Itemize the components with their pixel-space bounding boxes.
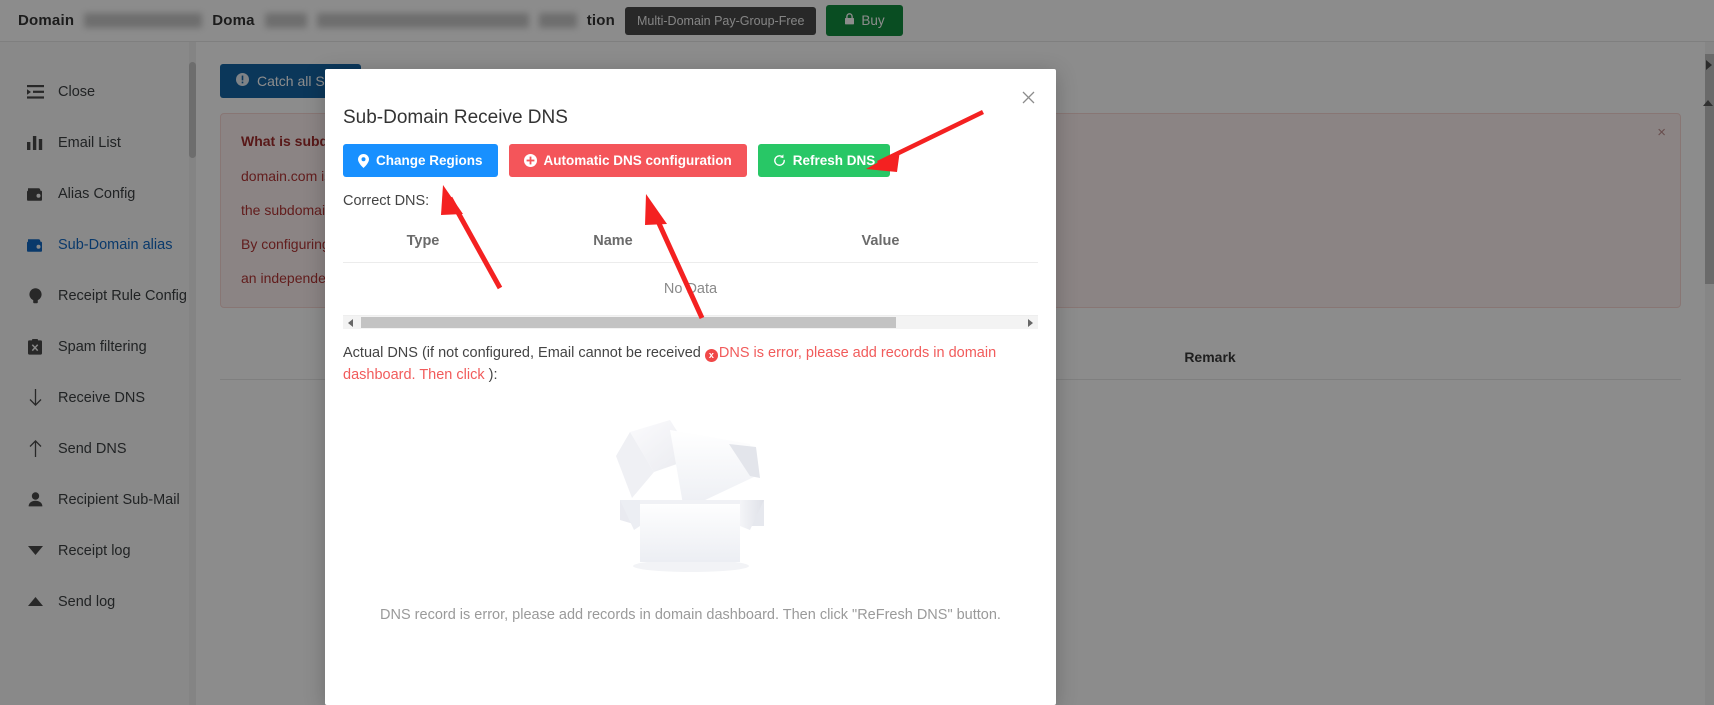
scroll-left-arrow[interactable] — [348, 318, 353, 327]
dialog-title: Sub-Domain Receive DNS — [343, 107, 568, 128]
error-badge-icon: x — [704, 348, 718, 362]
dialog-body: Change Regions Automatic DNS configurati… — [343, 144, 1038, 705]
table-horizontal-scrollbar[interactable] — [343, 315, 1038, 329]
empty-box-icon — [598, 414, 784, 577]
button-label: Change Regions — [376, 153, 483, 168]
actual-dns-prefix: Actual DNS (if not configured, Email can… — [343, 345, 705, 361]
table-empty-text: No Data — [663, 281, 718, 297]
horizontal-scrollbar-thumb[interactable] — [361, 317, 896, 328]
location-pin-icon — [358, 153, 369, 168]
scroll-right-arrow[interactable] — [1028, 318, 1033, 327]
column-header-name: Name — [593, 232, 633, 249]
empty-state: DNS record is error, please add records … — [343, 414, 1038, 623]
change-regions-button[interactable]: Change Regions — [343, 144, 498, 177]
automatic-dns-configuration-button[interactable]: Automatic DNS configuration — [508, 144, 747, 177]
column-header-value: Value — [861, 232, 900, 249]
actual-dns-description: Actual DNS (if not configured, Email can… — [343, 342, 1038, 386]
sub-domain-receive-dns-dialog: Sub-Domain Receive DNS Change Regions Au… — [325, 69, 1056, 705]
table-header-row: Type Name Value — [343, 219, 1038, 263]
plus-circle-icon — [523, 154, 537, 167]
correct-dns-table: Type Name Value No Data — [343, 219, 1038, 329]
empty-state-message: DNS record is error, please add records … — [380, 607, 1001, 623]
dialog-action-buttons: Change Regions Automatic DNS configurati… — [343, 144, 1038, 177]
close-icon[interactable] — [1017, 86, 1039, 108]
refresh-icon — [773, 154, 786, 167]
actual-dns-suffix: ): — [488, 367, 498, 383]
button-label: Refresh DNS — [792, 153, 876, 168]
screen-root: Domain Doma tion Multi-Domain Pay-Group-… — [0, 0, 1714, 705]
column-header-type: Type — [406, 232, 440, 249]
correct-dns-label: Correct DNS: — [343, 193, 430, 209]
button-label: Automatic DNS configuration — [543, 153, 732, 168]
refresh-dns-button[interactable]: Refresh DNS — [757, 144, 891, 177]
